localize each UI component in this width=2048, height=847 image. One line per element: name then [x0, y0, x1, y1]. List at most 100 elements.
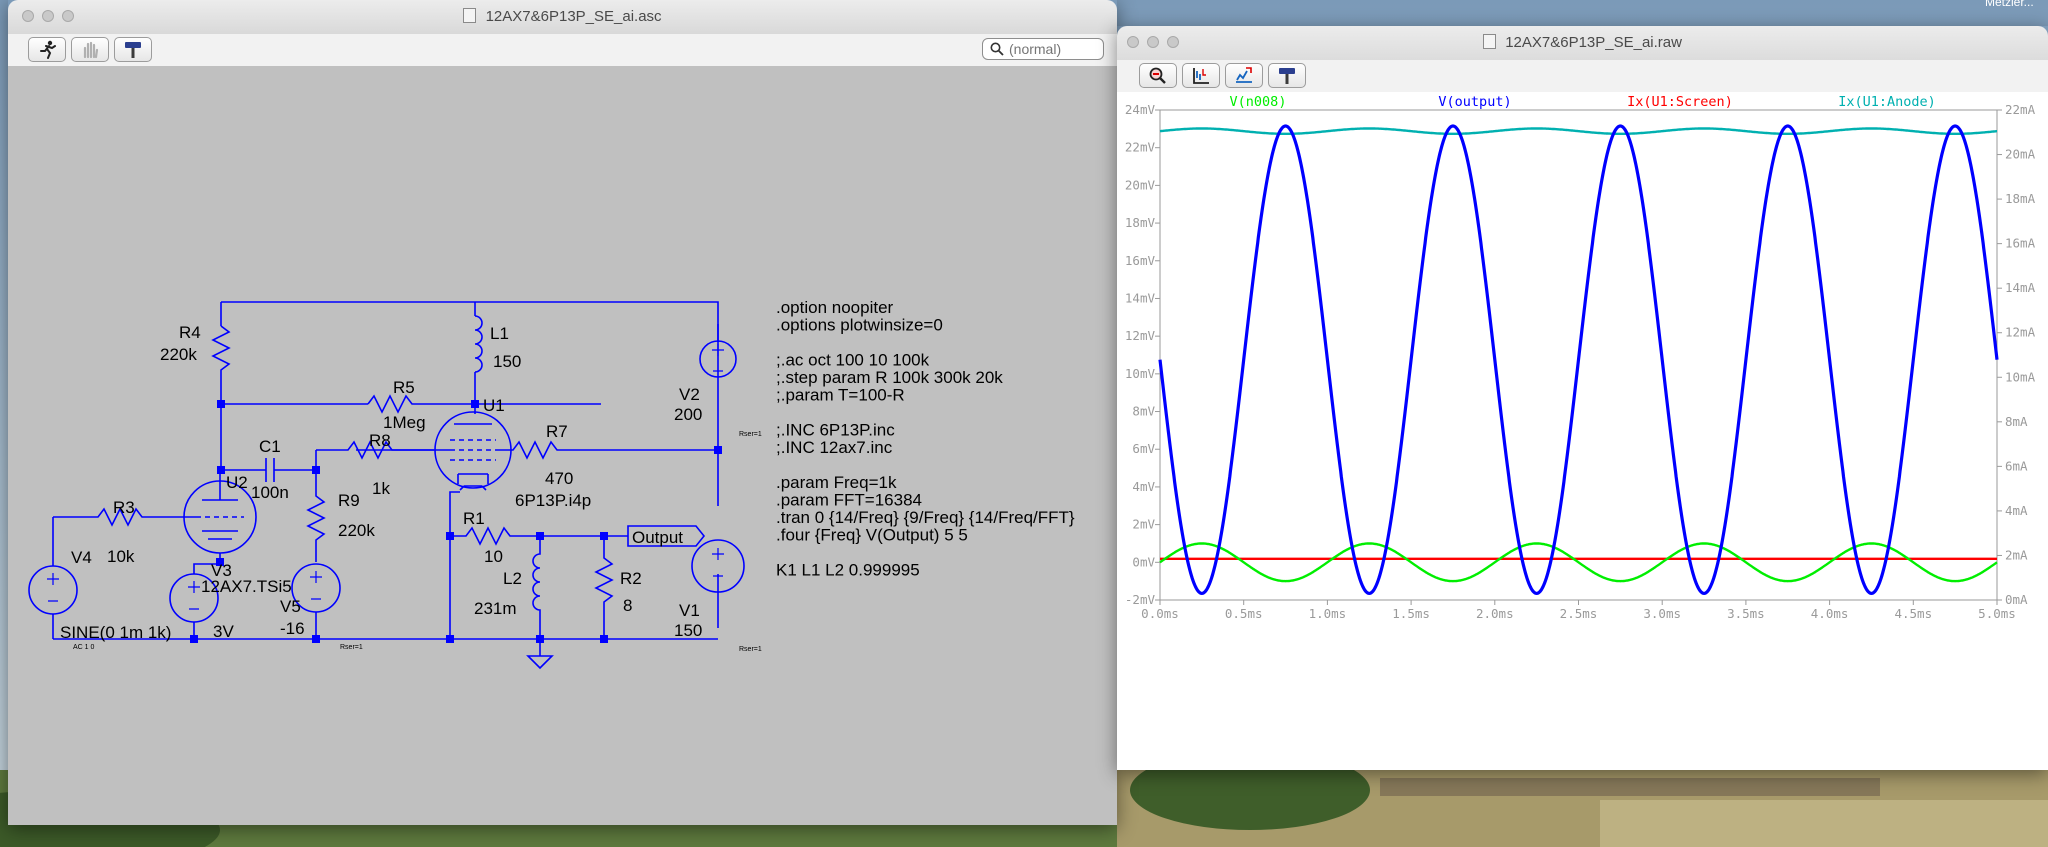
directive-line[interactable]: ;.INC 12ax7.inc	[776, 438, 893, 457]
x-tick-label: 1.5ms	[1392, 606, 1430, 621]
r5-ref: R5	[393, 378, 415, 397]
halt-button[interactable]	[71, 37, 109, 62]
autorange-button[interactable]	[1182, 63, 1220, 88]
search-input[interactable]	[1009, 41, 1099, 57]
hammer-icon	[1279, 68, 1295, 84]
schematic-canvas[interactable]: R4 220k L1 150 R5 1Meg U1 6P13P.i4p C1 1…	[8, 66, 1117, 825]
v4-value: SINE(0 1m 1k)	[60, 623, 171, 642]
y-tick-label-left: 10mV	[1125, 366, 1156, 381]
v4-ac-label: AC 1 0	[73, 644, 95, 651]
v3-value: 3V	[213, 622, 234, 641]
l2-value: 231m	[474, 599, 517, 618]
y-tick-label-left: 0mV	[1132, 554, 1155, 569]
directive-line[interactable]: ;.INC 6P13P.inc	[776, 421, 895, 440]
schematic-window-title: 12AX7&6P13P_SE_ai.asc	[485, 8, 662, 25]
directive-line[interactable]: ;.ac oct 100 10 100k	[776, 351, 930, 370]
y-tick-label-left: 4mV	[1132, 479, 1155, 494]
y-tick-label-left: 6mV	[1132, 441, 1155, 456]
trace-name-ix-u1-screen-[interactable]: Ix(U1:Screen)	[1627, 94, 1733, 110]
r8-ref: R8	[369, 431, 391, 450]
r9-value: 220k	[338, 521, 375, 540]
export-icon	[1236, 67, 1252, 83]
r9-ref: R9	[338, 491, 360, 510]
x-tick-label: 4.5ms	[1894, 606, 1932, 621]
directive-line[interactable]: ;.step param R 100k 300k 20k	[776, 368, 1003, 387]
search-field[interactable]	[982, 38, 1104, 60]
spice-directives[interactable]: .option noopiter.options plotwinsize=0;.…	[776, 298, 1075, 580]
l1-ref: L1	[490, 324, 509, 343]
directive-line[interactable]: K1 L1 L2 0.999995	[776, 561, 920, 580]
v3-ref: V3	[211, 561, 232, 580]
v5-value: -16	[280, 619, 305, 638]
x-tick-label: 0.5ms	[1225, 606, 1263, 621]
r5-value: 1Meg	[383, 413, 426, 432]
y-tick-label-right: 8mA	[2005, 414, 2028, 429]
directive-line[interactable]: .param Freq=1k	[776, 473, 897, 492]
y-tick-label-right: 14mA	[2005, 280, 2036, 295]
trace-name-v-n008-[interactable]: V(n008)	[1230, 94, 1287, 110]
schematic-toolbar	[8, 34, 1117, 67]
y-tick-label-right: 16mA	[2005, 236, 2036, 251]
waveform-toolbar	[1117, 60, 2048, 93]
zoom-button[interactable]	[1139, 63, 1177, 88]
x-tick-label: 3.5ms	[1727, 606, 1765, 621]
waveform-plot[interactable]: 0.0ms 0.5ms 1.0ms 1.5ms 2.0ms 2.5ms 3.0ms 3.5ms…	[1117, 92, 2048, 770]
v5-ref: V5	[280, 597, 301, 616]
l1-value: 150	[493, 352, 521, 371]
y-tick-label-left: 18mV	[1125, 215, 1156, 230]
document-icon	[463, 8, 477, 23]
directive-line[interactable]: .tran 0 {14/Freq} {9/Freq} {14/Freq/FFT}	[776, 508, 1075, 527]
x-tick-label: 4.0ms	[1811, 606, 1849, 621]
y-tick-label-left: 8mV	[1132, 404, 1155, 419]
y-tick-label-right: 6mA	[2005, 458, 2028, 473]
y-tick-label-left: 14mV	[1125, 290, 1156, 305]
rser-label: Rser=1	[739, 431, 762, 438]
x-tick-label: 2.0ms	[1476, 606, 1514, 621]
l2-ref: L2	[503, 569, 522, 588]
y-tick-label-right: 0mA	[2005, 592, 2028, 607]
y-tick-label-right: 10mA	[2005, 369, 2036, 384]
run-button[interactable]	[28, 37, 66, 62]
r3-value: 10k	[107, 547, 135, 566]
export-button[interactable]	[1225, 63, 1263, 88]
y-tick-label-left: 12mV	[1125, 328, 1156, 343]
c1-ref: C1	[259, 437, 281, 456]
directive-line[interactable]: ;.param T=100-R	[776, 386, 905, 405]
directive-line[interactable]: .param FFT=16384	[776, 491, 922, 510]
hammer-button[interactable]	[1268, 63, 1306, 88]
x-tick-label: 0.0ms	[1141, 606, 1179, 621]
rser-label: Rser=1	[340, 644, 363, 651]
directive-line[interactable]: .option noopiter	[776, 298, 894, 317]
waveform-window: 12AX7&6P13P_SE_ai.raw 0.0ms 0.5ms 1.0ms …	[1117, 26, 2048, 770]
waveform-titlebar[interactable]: 12AX7&6P13P_SE_ai.raw	[1117, 26, 2048, 61]
x-tick-label: 1.0ms	[1309, 606, 1347, 621]
y-tick-label-right: 20mA	[2005, 147, 2036, 162]
search-icon	[990, 42, 1004, 56]
y-tick-label-left: -2mV	[1125, 592, 1156, 607]
directive-line[interactable]: .options plotwinsize=0	[776, 316, 943, 335]
autorange-icon	[1193, 68, 1209, 84]
directive-line[interactable]: .four {Freq} V(Output) 5 5	[776, 526, 968, 545]
y-tick-label-left: 22mV	[1125, 140, 1156, 155]
y-tick-label-right: 2mA	[2005, 547, 2028, 562]
r8-value: 1k	[372, 479, 390, 498]
r1-ref: R1	[463, 509, 485, 528]
u1-ref: U1	[483, 396, 505, 415]
y-tick-label-right: 4mA	[2005, 503, 2028, 518]
x-tick-label: 2.5ms	[1560, 606, 1598, 621]
r4-value: 220k	[160, 345, 197, 364]
v4-ref: V4	[71, 548, 92, 567]
v2-value: 200	[674, 405, 702, 424]
x-tick-label: 3.0ms	[1643, 606, 1681, 621]
trace-name-v-output-[interactable]: V(output)	[1438, 94, 1511, 110]
y-tick-label-left: 2mV	[1132, 517, 1155, 532]
y-tick-label-right: 12mA	[2005, 325, 2036, 340]
hammer-icon	[125, 42, 141, 58]
zoom-icon	[1149, 67, 1166, 84]
r2-ref: R2	[620, 569, 642, 588]
schematic-titlebar[interactable]: 12AX7&6P13P_SE_ai.asc	[8, 0, 1117, 35]
schematic-window: 12AX7&6P13P_SE_ai.asc (normal) R4 220k L…	[8, 0, 1117, 825]
hammer-button[interactable]	[114, 37, 152, 62]
desktop-corner-text: Metzler...	[1985, 0, 2034, 9]
trace-name-ix-u1-anode-[interactable]: Ix(U1:Anode)	[1838, 94, 1936, 110]
